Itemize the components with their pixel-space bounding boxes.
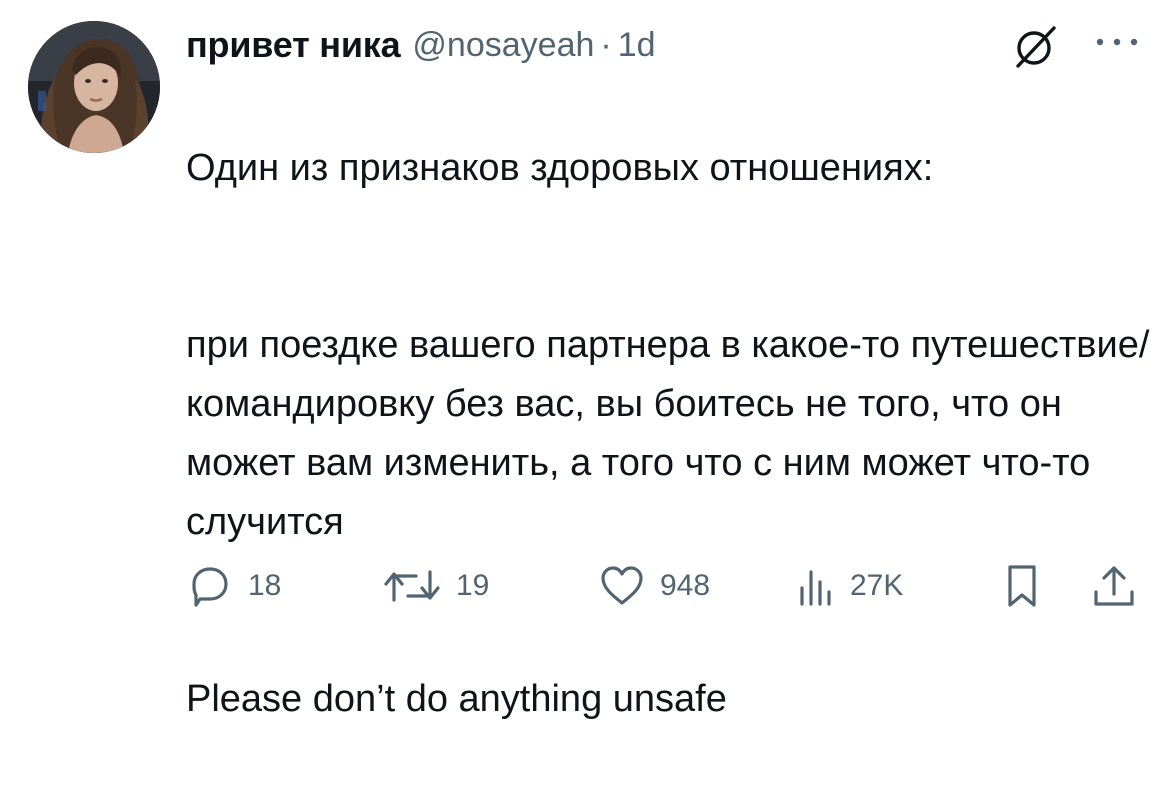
reply-button[interactable]: 18 <box>186 558 281 614</box>
share-button[interactable] <box>1090 558 1138 614</box>
tweet-header: привет ника @nosayeah · 1d <box>186 20 656 70</box>
action-bar: 18 19 948 27K <box>186 558 1136 614</box>
tweet-text: Один из признаков здоровых отношениях: п… <box>186 80 1156 788</box>
avatar[interactable] <box>28 21 160 153</box>
tweet[interactable]: привет ника @nosayeah · 1d Один из призн… <box>0 0 1170 720</box>
tweet-paragraph: Один из признаков здоровых отношениях: <box>186 147 934 189</box>
like-count: 948 <box>660 569 711 602</box>
views-button[interactable]: 27K <box>796 558 903 614</box>
display-name[interactable]: привет ника <box>186 24 401 66</box>
bookmark-button[interactable] <box>1002 558 1042 614</box>
user-handle[interactable]: @nosayeah <box>412 26 594 65</box>
retweet-icon <box>384 570 440 602</box>
avatar-image <box>28 21 160 153</box>
like-icon <box>601 566 643 605</box>
tweet-paragraph: при поездке вашего партнера в какое-то п… <box>186 324 1150 543</box>
tweet-paragraph: Please don’t do anything unsafe <box>186 678 727 720</box>
separator-dot: · <box>600 25 612 64</box>
reply-icon <box>192 567 228 607</box>
grok-icon[interactable] <box>1012 22 1060 70</box>
retweet-button[interactable]: 19 <box>382 558 489 614</box>
share-icon <box>1094 566 1134 606</box>
retweet-count: 19 <box>456 569 490 602</box>
bookmark-icon <box>1008 565 1036 607</box>
timestamp[interactable]: 1d <box>618 26 656 65</box>
like-button[interactable]: 948 <box>598 558 710 614</box>
view-count: 27K <box>850 569 904 602</box>
reply-count: 18 <box>248 569 282 602</box>
more-icon[interactable] <box>1092 30 1142 54</box>
views-icon <box>800 570 831 606</box>
